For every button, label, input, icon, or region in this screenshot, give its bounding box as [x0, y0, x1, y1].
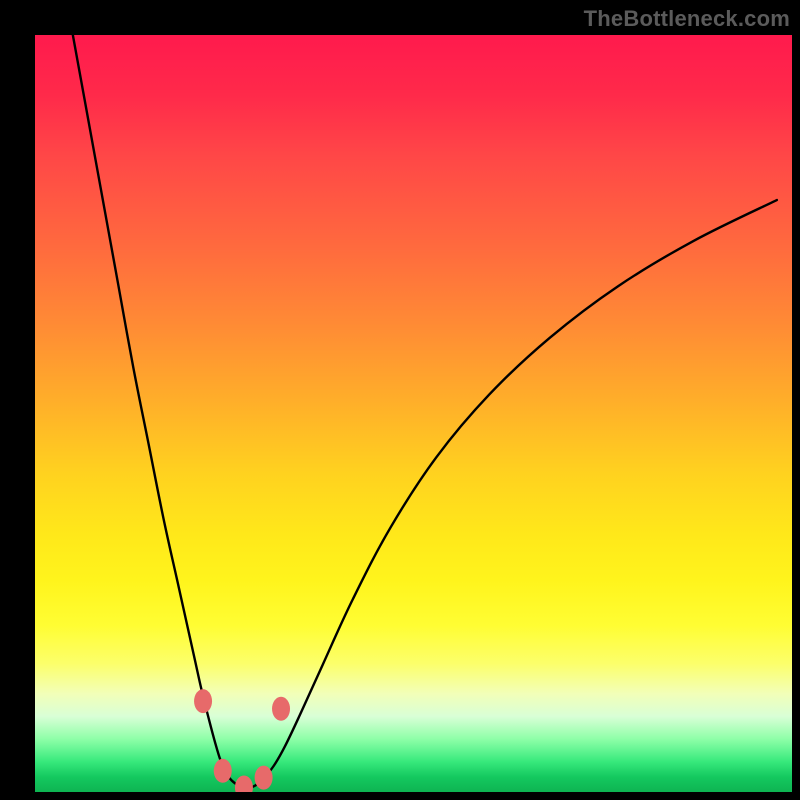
watermark-text: TheBottleneck.com: [584, 6, 790, 32]
curve-marker: [194, 689, 212, 713]
curve-marker: [214, 759, 232, 783]
bottleneck-curve: [35, 35, 792, 792]
curve-marker: [235, 775, 253, 792]
curve-marker: [272, 697, 290, 721]
curve-path: [73, 35, 777, 788]
plot-area: [35, 35, 792, 792]
chart-stage: TheBottleneck.com: [0, 0, 800, 800]
curve-marker: [255, 766, 273, 790]
